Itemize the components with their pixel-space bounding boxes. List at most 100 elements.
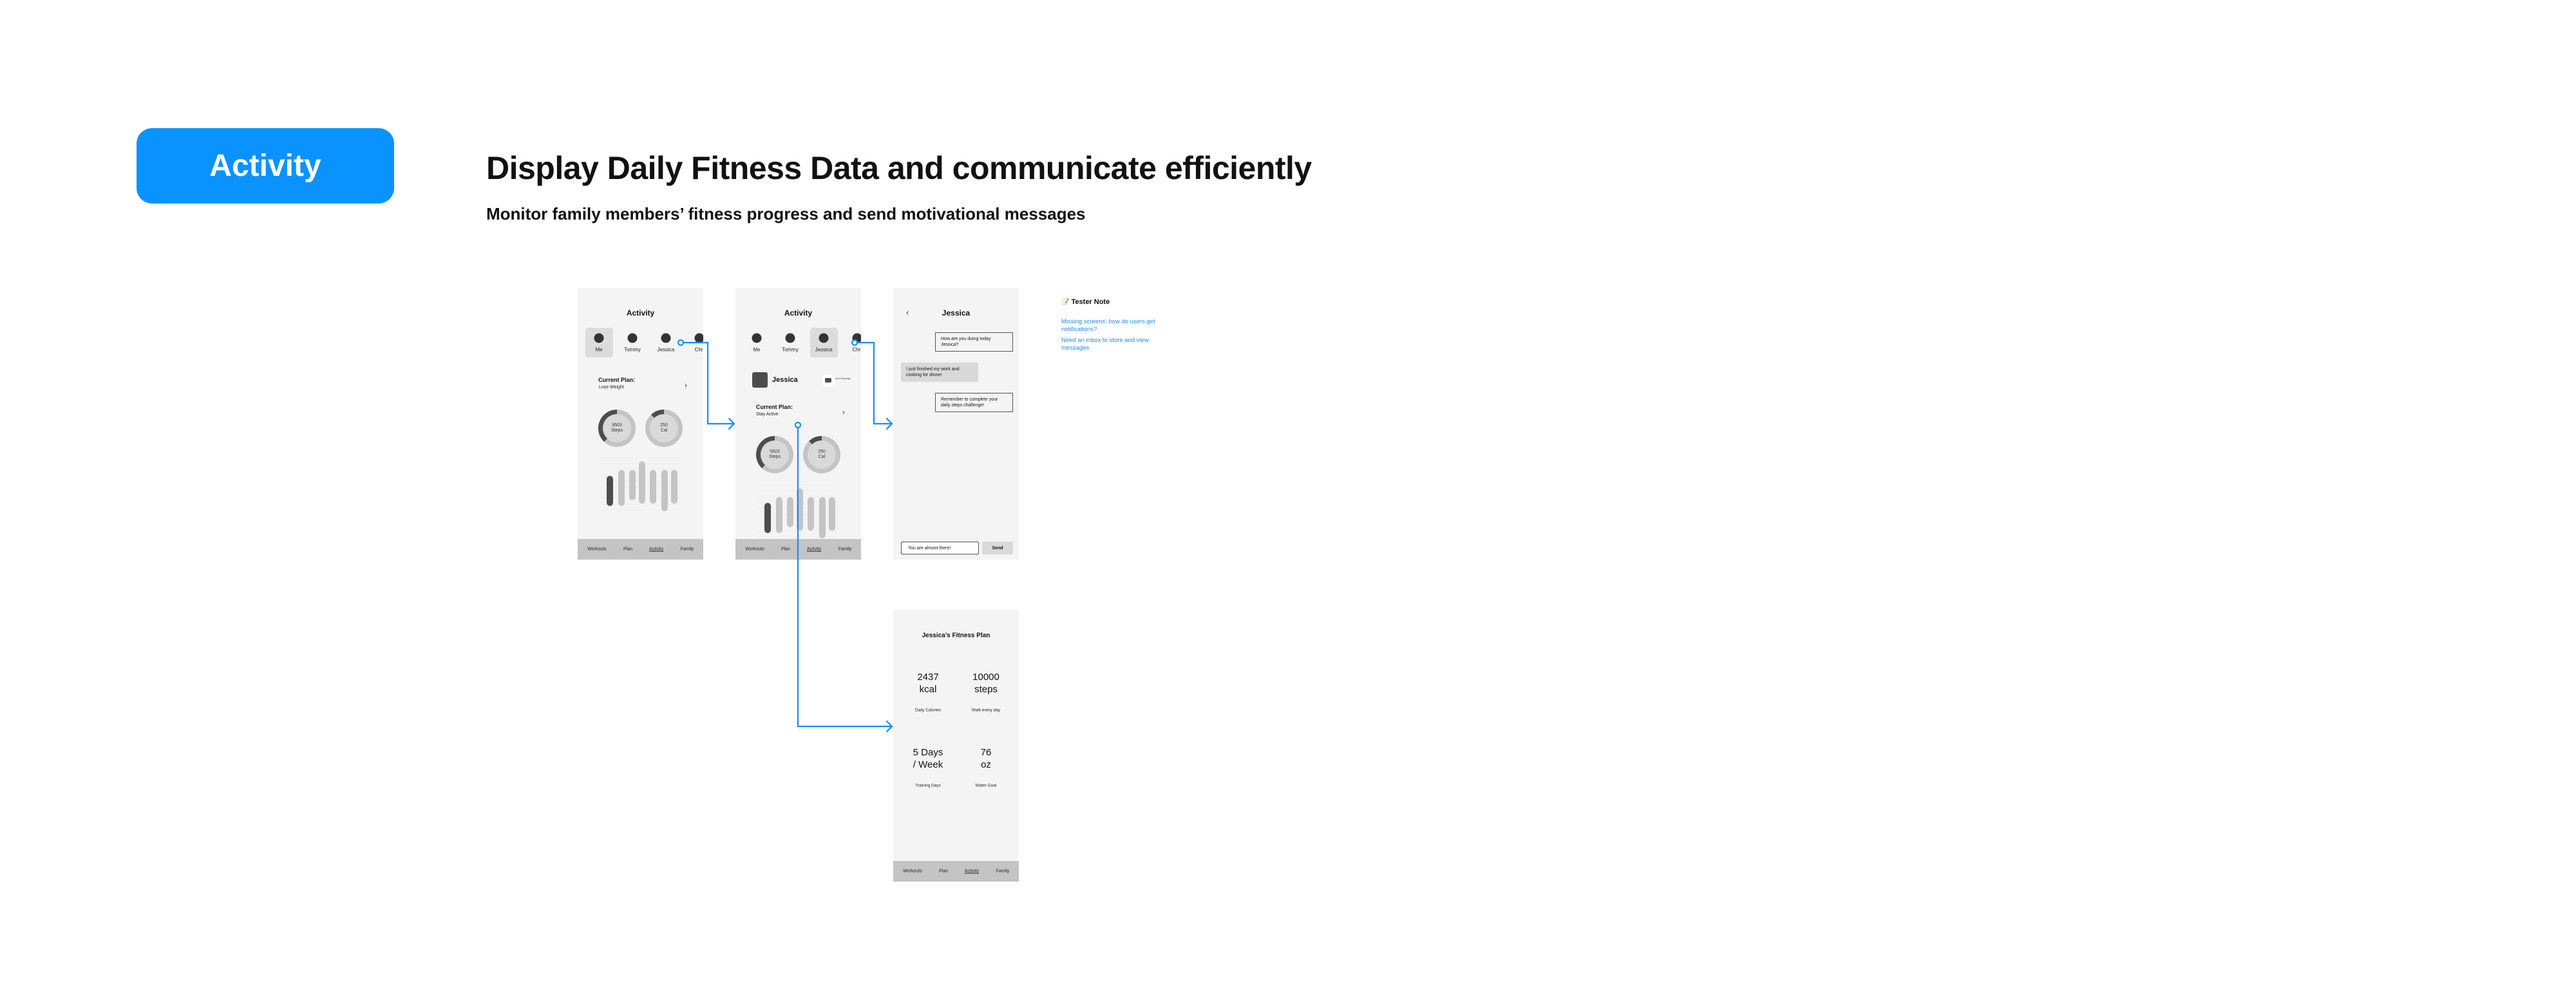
member-label: Jessica	[815, 346, 833, 353]
nav-family[interactable]: Family	[681, 547, 694, 552]
tester-note-title: 📝 Tester Note	[1061, 298, 1110, 306]
stat-value: 5 Days	[913, 747, 943, 758]
calories-value: 250	[660, 423, 668, 428]
activity-bar-chart	[758, 484, 838, 538]
current-plan-label: Current Plan:	[756, 404, 793, 410]
stat-label: Walk every day	[971, 708, 1001, 713]
avatar	[752, 333, 762, 343]
activity-bar	[607, 475, 613, 506]
avatar	[694, 333, 703, 343]
tester-note-item[interactable]: Missing screens: how do users get notifi…	[1061, 318, 1164, 334]
profile-name: Jessica	[772, 376, 798, 384]
screen-activity-jessica: Activity Me Tommy Jessica Chri Jessica S…	[735, 288, 861, 560]
current-plan-name[interactable]: Stay Active	[756, 412, 779, 417]
steps-value: 9503	[612, 423, 622, 428]
calories-unit: Cal	[660, 428, 668, 433]
avatar	[594, 333, 604, 343]
activity-bar	[797, 488, 803, 531]
steps-readout: 5923 Steps	[762, 449, 788, 460]
avatar	[819, 333, 829, 343]
activity-bar	[787, 497, 793, 527]
stat-unit: kcal	[919, 684, 937, 695]
stat-value: 76	[980, 747, 992, 758]
screen-title: Activity	[784, 308, 813, 317]
chat-title: Jessica	[942, 308, 971, 317]
stat-value: 2437	[917, 672, 939, 683]
nav-family[interactable]: Family	[996, 869, 1010, 874]
activity-bar	[618, 469, 625, 506]
calories-readout: 250 Cal	[651, 423, 677, 433]
calories-readout: 250 Cal	[809, 449, 835, 460]
activity-bar	[650, 469, 656, 504]
nav-activity[interactable]: Activity	[965, 869, 979, 874]
stat-unit: oz	[981, 759, 991, 770]
member-label: Me	[753, 346, 761, 353]
member-label: Tommy	[782, 346, 799, 353]
nav-family[interactable]: Family	[838, 547, 852, 552]
screen-fitness-plan: Jessica’s Fitness Plan 2437 kcal Daily Ca…	[893, 610, 1019, 882]
memo-icon: 📝	[1061, 299, 1070, 306]
message-outgoing: How are you doing today Jessica?	[935, 332, 1013, 352]
stat-unit: / Week	[913, 759, 943, 770]
avatar	[785, 333, 795, 343]
activity-bar	[808, 497, 814, 531]
tester-note-item[interactable]: Need an inbox to store and view messages	[1061, 337, 1164, 352]
steps-unit: Steps	[769, 455, 781, 459]
nav-workouts[interactable]: Workouts	[903, 869, 922, 874]
steps-unit: Steps	[611, 428, 623, 433]
bottom-nav: Workouts Plan Activity Family	[735, 539, 861, 560]
activity-bar	[661, 469, 668, 511]
send-button[interactable]: Send	[982, 542, 1013, 554]
chat-bubble-icon	[825, 378, 831, 383]
steps-readout: 9503 Steps	[604, 423, 630, 433]
stat-label: Training Days	[915, 783, 941, 788]
stat-label: Water Goal	[975, 783, 997, 788]
section-badge: Activity	[137, 128, 394, 203]
nav-activity[interactable]: Activity	[807, 547, 821, 552]
steps-value: 5923	[770, 449, 780, 454]
nav-plan[interactable]: Plan	[781, 547, 790, 552]
avatar	[627, 333, 638, 343]
avatar	[852, 333, 861, 343]
member-label: Chri	[852, 346, 861, 353]
calories-value: 250	[818, 449, 826, 454]
activity-bar	[629, 469, 636, 500]
send-message-label[interactable]: Send Message	[835, 377, 851, 380]
stat-value: 10000	[972, 672, 999, 683]
stat-training-days: 5 Days / Week	[899, 746, 957, 771]
member-label: Me	[595, 346, 603, 353]
activity-bar	[776, 497, 782, 533]
stat-steps: 10000 steps	[957, 671, 1015, 695]
activity-bar-chart	[600, 457, 681, 511]
activity-bar	[764, 502, 771, 533]
chevron-right-icon[interactable]: ›	[842, 408, 845, 417]
activity-bar	[819, 497, 826, 538]
nav-plan[interactable]: Plan	[939, 869, 948, 874]
current-plan-label: Current Plan:	[598, 377, 636, 383]
screen-chat: ‹ Jessica How are you doing today Jessic…	[893, 288, 1019, 560]
page-subtitle: Monitor family members’ fitness progress…	[486, 204, 1086, 223]
bottom-nav: Workouts Plan Activity Family	[893, 861, 1019, 882]
stat-water: 76 oz	[957, 746, 1015, 771]
nav-workouts[interactable]: Workouts	[587, 547, 606, 552]
tester-note-heading: Tester Note	[1071, 298, 1110, 306]
avatar	[661, 333, 671, 343]
screen-activity-me: Activity Me Tommy Jessica Chri Current P…	[578, 288, 703, 560]
calories-unit: Cal	[818, 455, 826, 459]
current-plan-name[interactable]: Lose Weight	[599, 385, 624, 390]
message-incoming: I just finished my work and cooking for …	[901, 363, 978, 382]
profile-avatar	[752, 372, 768, 388]
nav-activity[interactable]: Activity	[649, 547, 663, 552]
chevron-right-icon[interactable]: ›	[685, 381, 687, 390]
message-input[interactable]: You are almost there!	[901, 542, 979, 554]
nav-plan[interactable]: Plan	[623, 547, 632, 552]
plan-title: Jessica’s Fitness Plan	[922, 632, 990, 639]
member-label: Tommy	[624, 346, 641, 353]
activity-bar	[829, 497, 835, 531]
nav-workouts[interactable]: Workouts	[745, 547, 764, 552]
screen-title: Activity	[626, 308, 655, 317]
activity-bar	[671, 469, 677, 504]
member-label: Chri	[694, 346, 703, 353]
message-outgoing: Remember to complete your daily steps ch…	[935, 393, 1013, 412]
send-message-button[interactable]	[822, 374, 835, 387]
